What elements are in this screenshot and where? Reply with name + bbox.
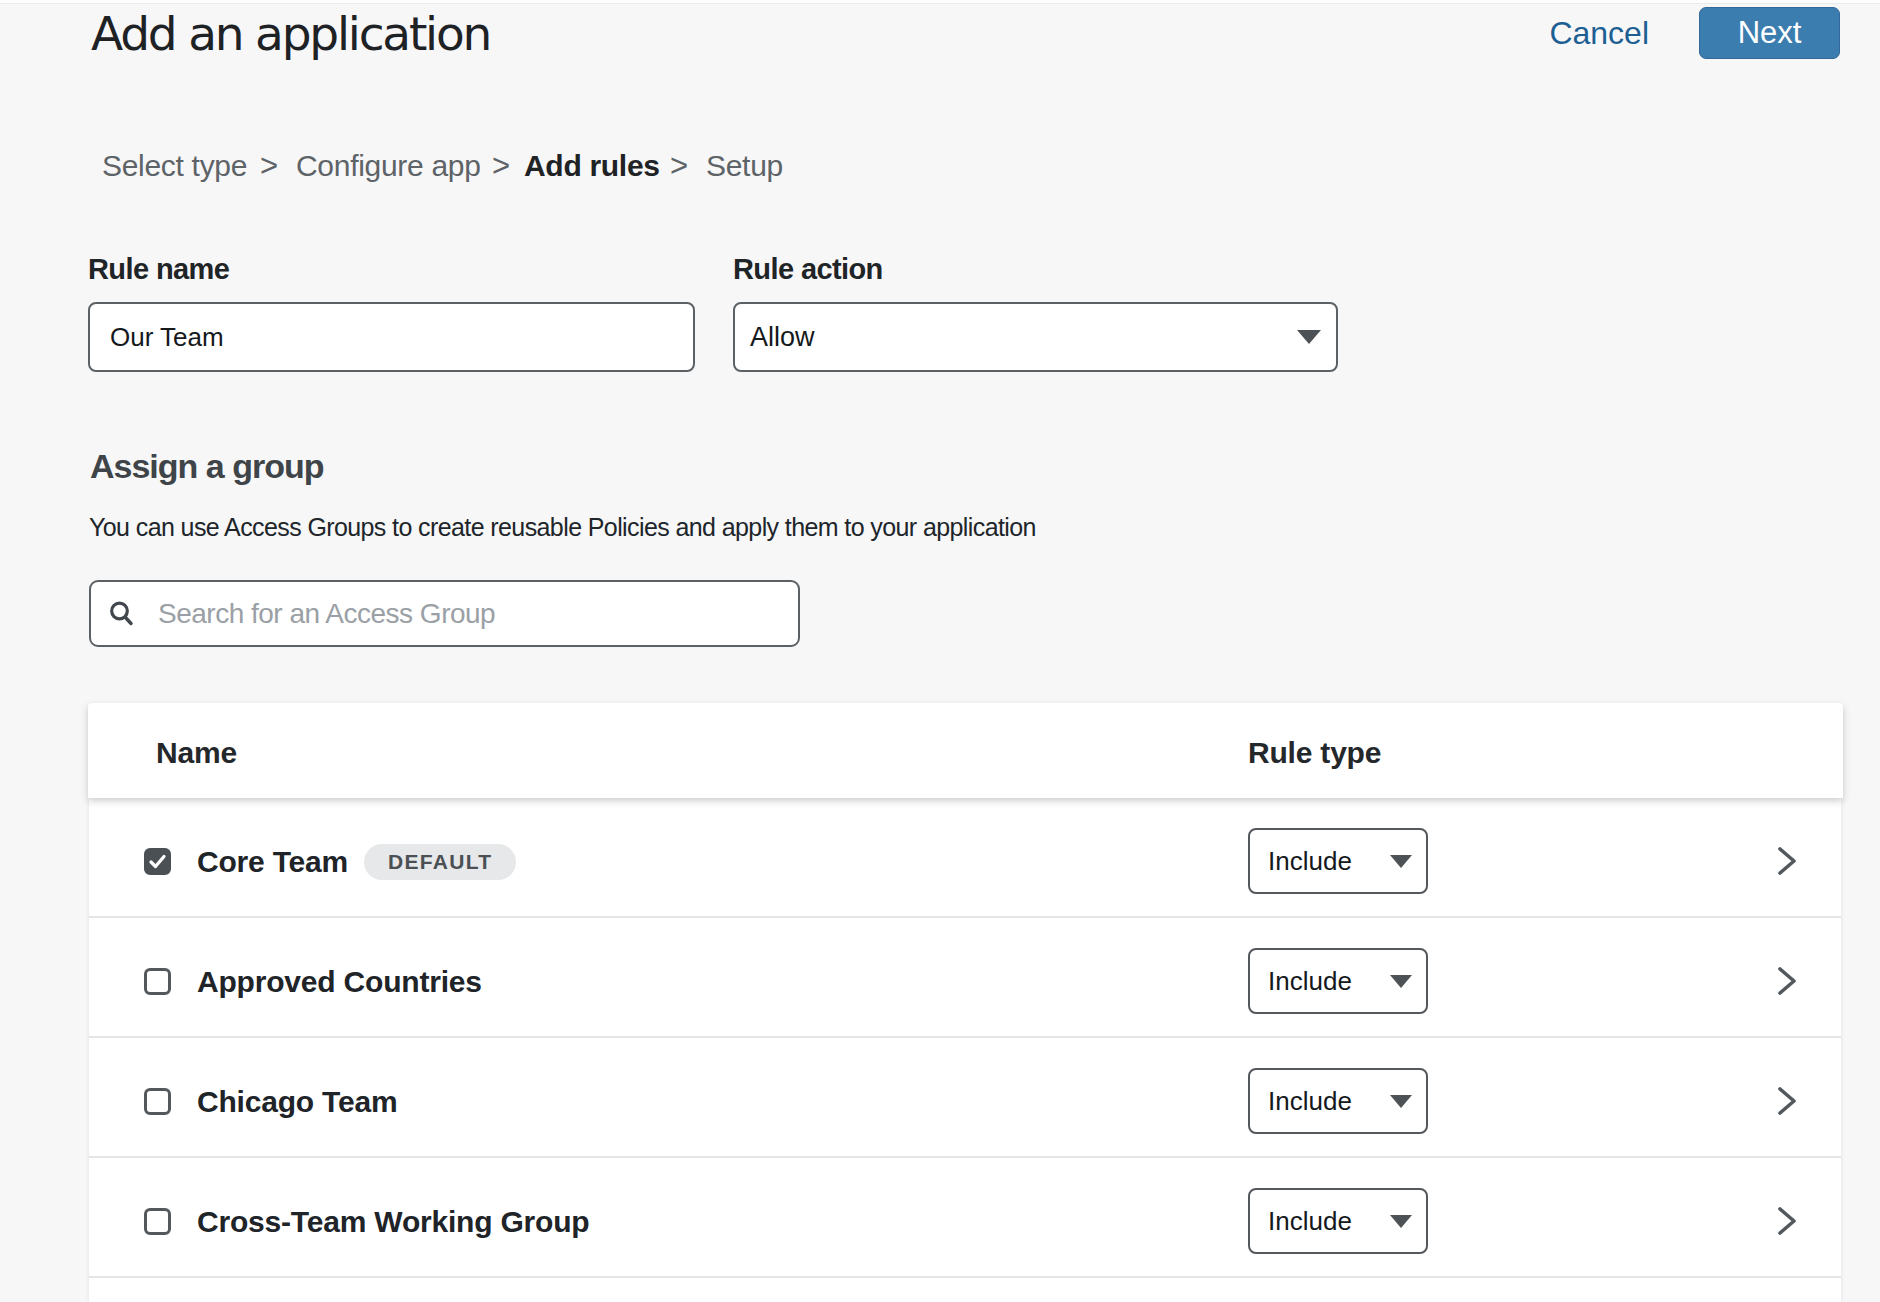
assign-group-description: You can use Access Groups to create reus…: [89, 511, 1036, 543]
table-row-core-team: Core Team DEFAULT Include: [89, 798, 1841, 918]
access-group-search: [89, 580, 800, 647]
next-button[interactable]: Next: [1699, 7, 1840, 59]
table-row-chicago-team: Chicago Team Include: [89, 1038, 1841, 1158]
access-group-table: Core Team DEFAULT Include Approved Count…: [89, 798, 1841, 1302]
rule-type-select-chicago-team[interactable]: Include: [1248, 1068, 1428, 1134]
row-name: Approved Countries: [197, 965, 482, 999]
checkbox-core-team[interactable]: [144, 848, 171, 875]
chevron-right-icon[interactable]: [1769, 841, 1803, 881]
breadcrumb-step-configure-app[interactable]: Configure app: [296, 144, 481, 188]
breadcrumb-separator: >: [260, 144, 278, 188]
search-icon: [109, 601, 134, 626]
breadcrumb-separator: >: [670, 144, 688, 188]
chevron-down-icon: [1297, 330, 1321, 344]
chevron-down-icon: [1390, 855, 1412, 868]
rule-type-select-cross-team-working-group[interactable]: Include: [1248, 1188, 1428, 1254]
breadcrumb-step-add-rules[interactable]: Add rules: [524, 144, 660, 188]
rule-name-label: Rule name: [88, 251, 229, 287]
rule-action-label: Rule action: [733, 251, 883, 287]
checkbox-chicago-team[interactable]: [144, 1088, 171, 1115]
column-header-name: Name: [156, 736, 237, 770]
row-name: Core Team: [197, 845, 348, 879]
chevron-right-icon[interactable]: [1769, 1081, 1803, 1121]
assign-group-heading: Assign a group: [90, 444, 323, 488]
search-input[interactable]: [158, 584, 780, 644]
rule-type-value: Include: [1268, 1086, 1390, 1117]
checkbox-cross-team-working-group[interactable]: [144, 1208, 171, 1235]
breadcrumb-step-setup[interactable]: Setup: [706, 144, 783, 188]
header-actions: Cancel Next: [1549, 7, 1840, 59]
checkbox-approved-countries[interactable]: [144, 968, 171, 995]
rule-type-select-core-team[interactable]: Include: [1248, 828, 1428, 894]
cancel-button[interactable]: Cancel: [1549, 7, 1649, 59]
rule-type-value: Include: [1268, 1206, 1390, 1237]
rule-name-input[interactable]: [88, 302, 695, 372]
check-icon: [147, 851, 168, 872]
page-title: Add an application: [91, 6, 490, 62]
chevron-down-icon: [1390, 1215, 1412, 1228]
breadcrumb: Select type > Configure app > Add rules …: [102, 144, 902, 188]
rule-action-value: Allow: [750, 322, 1297, 353]
chevron-right-icon[interactable]: [1769, 1201, 1803, 1241]
top-chrome-edge: [0, 0, 1880, 4]
chevron-down-icon: [1390, 1095, 1412, 1108]
row-name: Cross-Team Working Group: [197, 1205, 589, 1239]
chevron-down-icon: [1390, 975, 1412, 988]
table-header: Name Rule type: [88, 703, 1843, 798]
table-row-cross-team-working-group: Cross-Team Working Group Include: [89, 1158, 1841, 1278]
table-row-approved-countries: Approved Countries Include: [89, 918, 1841, 1038]
row-name: Chicago Team: [197, 1085, 397, 1119]
chevron-right-icon[interactable]: [1769, 961, 1803, 1001]
rule-action-select[interactable]: Allow: [733, 302, 1338, 372]
rule-type-value: Include: [1268, 846, 1390, 877]
rule-type-select-approved-countries[interactable]: Include: [1248, 948, 1428, 1014]
default-badge: DEFAULT: [364, 844, 516, 880]
breadcrumb-step-select-type[interactable]: Select type: [102, 144, 247, 188]
column-header-rule-type: Rule type: [1248, 736, 1381, 770]
breadcrumb-separator: >: [492, 144, 510, 188]
rule-type-value: Include: [1268, 966, 1390, 997]
